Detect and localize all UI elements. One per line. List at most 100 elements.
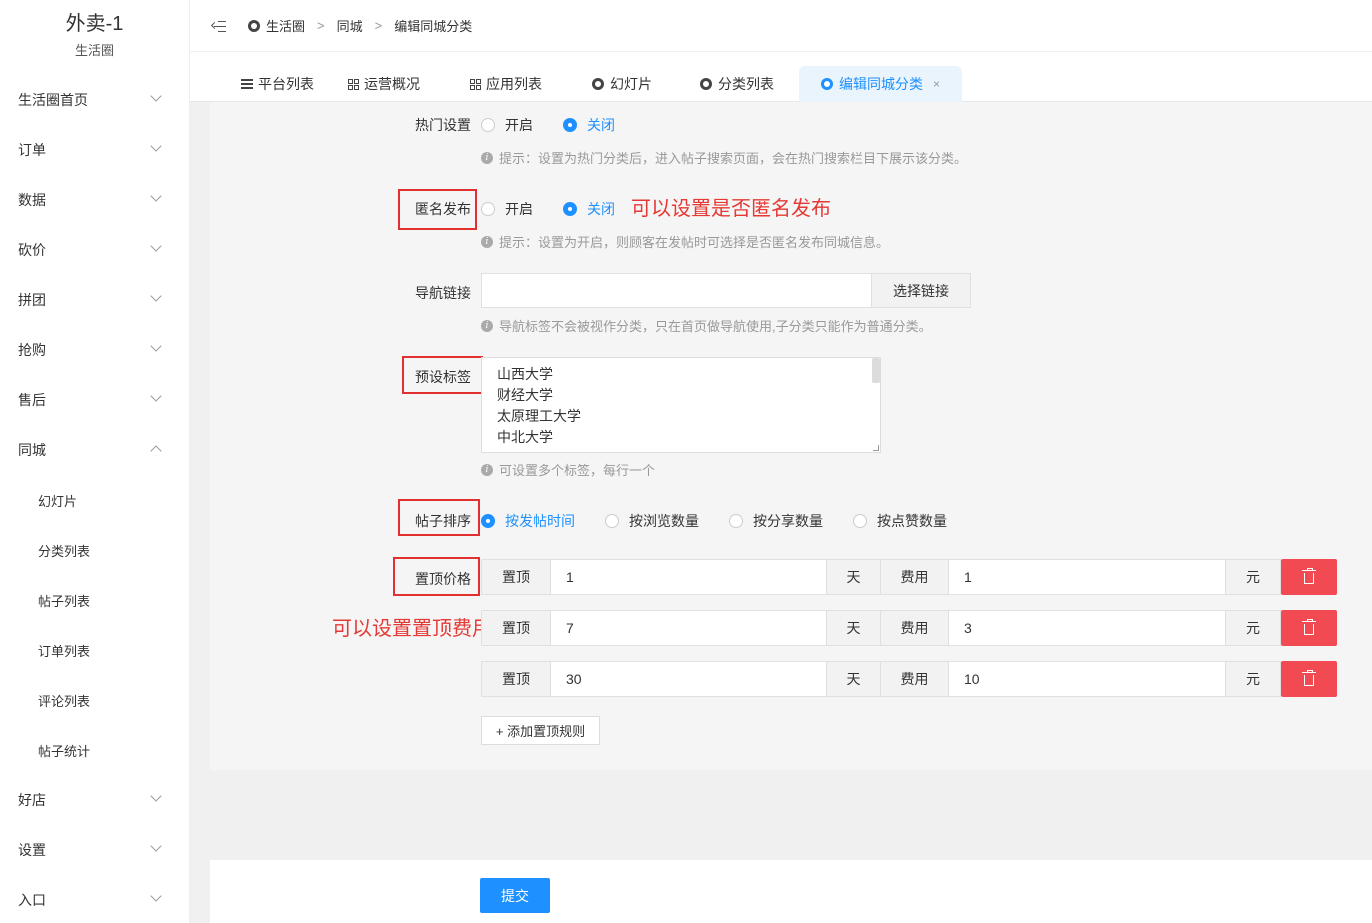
breadcrumb: 生活圈 > 同城 > 编辑同城分类 [248,16,472,35]
menu-label: 同城 [18,442,46,458]
highlight-box [398,189,477,230]
radio-label: 按发帖时间 [505,513,575,529]
sort-by-likes-radio[interactable]: 按点赞数量 [853,511,947,531]
highlight-box [398,499,480,536]
menu-item-home[interactable]: 生活圈首页 [0,75,190,125]
hint-text: 导航标签不会被视作分类，只在首页做导航使用,子分类只能作为普通分类。 [499,319,932,334]
chevron-up-icon [150,445,162,457]
menu-item-group-buy[interactable]: 拼团 [0,275,190,325]
fee-input[interactable]: 10 [948,661,1226,697]
tab-app-list[interactable]: 应用列表 [470,66,542,102]
radio-label: 关闭 [587,201,615,217]
resize-handle[interactable] [873,445,879,451]
radio-label: 按分享数量 [753,513,823,529]
menu-item-settings[interactable]: 设置 [0,825,190,875]
tag-line: 财经大学 [497,387,553,403]
tab-operations[interactable]: 运营概况 [348,66,420,102]
sort-by-time-radio[interactable]: 按发帖时间 [481,511,575,531]
menu-label: 订单 [18,142,46,158]
radio-label: 按浏览数量 [629,513,699,529]
submit-button[interactable]: 提交 [480,878,550,913]
fee-input[interactable]: 3 [948,610,1226,646]
chevron-down-icon [150,190,162,202]
app-icon [700,78,712,90]
hot-hint: i 提示：设置为热门分类后，进入帖子搜索页面，会在热门搜索栏目下展示该分类。 [481,148,967,167]
yuan-addon: 元 [1225,610,1281,646]
breadcrumb-separator: > [374,18,383,33]
annotation-anon: 可以设置是否匿名发布 [631,198,831,220]
app-icon [248,19,260,32]
menu-item-orders[interactable]: 订单 [0,125,190,175]
delete-rule-button[interactable] [1281,559,1337,595]
delete-rule-button[interactable] [1281,610,1337,646]
close-icon[interactable]: × [933,77,940,91]
menu-item-bargain[interactable]: 砍价 [0,225,190,275]
sidebar-item-post-list[interactable]: 帖子列表 [0,575,190,625]
sidebar-item-slides[interactable]: 幻灯片 [0,475,190,525]
app-icon [592,78,604,90]
sidebar-item-comment-list[interactable]: 评论列表 [0,675,190,725]
sort-by-shares-radio[interactable]: 按分享数量 [729,511,823,531]
scrollbar[interactable] [872,358,880,383]
chevron-down-icon [150,140,162,152]
days-input[interactable]: 7 [550,610,827,646]
menu-item-data[interactable]: 数据 [0,175,190,225]
grid-icon [470,78,481,90]
delete-rule-button[interactable] [1281,661,1337,697]
info-icon: i [481,319,493,332]
sidebar-item-category-list[interactable]: 分类列表 [0,525,190,575]
menu-label: 入口 [18,892,46,908]
hot-on-radio[interactable]: 开启 [481,115,533,135]
collapse-menu-icon[interactable] [210,20,226,32]
tag-line: 中北大学 [497,429,553,445]
add-top-rule-button[interactable]: + 添加置顶规则 [481,716,600,745]
list-icon [241,79,253,89]
menu-item-shops[interactable]: 好店 [0,775,190,825]
menu-item-local[interactable]: 同城 [0,425,190,475]
menu-label: 数据 [18,192,46,208]
top-addon: 置顶 [481,559,551,595]
days-input[interactable]: 30 [550,661,827,697]
hint-text: 提示：设置为开启，则顾客在发帖时可选择是否匿名发布同城信息。 [499,235,890,250]
tab-category-list[interactable]: 分类列表 [700,66,774,102]
anon-off-radio[interactable]: 关闭 [563,199,615,219]
hint-text: 可设置多个标签，每行一个 [499,463,656,478]
preset-tags-textarea[interactable]: 山西大学 财经大学 太原理工大学 中北大学 [481,357,881,453]
sidebar-item-order-list[interactable]: 订单列表 [0,625,190,675]
anon-on-radio[interactable]: 开启 [481,199,533,219]
hot-off-radio[interactable]: 关闭 [563,115,615,135]
tag-line: 太原理工大学 [497,408,581,424]
top-addon: 置顶 [481,661,551,697]
hint-text: 提示：设置为热门分类后，进入帖子搜索页面，会在热门搜索栏目下展示该分类。 [499,151,968,166]
tab-slides[interactable]: 幻灯片 [592,66,652,102]
price-rule-row: 置顶 7 天 费用 3 元 [481,610,1337,646]
price-rule-row: 置顶 30 天 费用 10 元 [481,661,1337,697]
info-icon: i [481,235,493,248]
sidebar-item-post-stats[interactable]: 帖子统计 [0,725,190,775]
tab-label: 分类列表 [718,76,774,92]
menu-label: 抢购 [18,342,46,358]
tags-hint: i 可设置多个标签，每行一个 [481,460,655,479]
breadcrumb-item[interactable]: 同城 [337,16,363,35]
day-addon: 天 [826,661,881,697]
fee-input[interactable]: 1 [948,559,1226,595]
menu-item-flash-sale[interactable]: 抢购 [0,325,190,375]
app-icon [821,78,833,90]
menu-item-entry[interactable]: 入口 [0,875,190,923]
menu-label: 好店 [18,792,46,808]
trash-icon [1302,567,1316,584]
tab-edit-category[interactable]: 编辑同城分类 × [799,66,963,102]
sort-by-views-radio[interactable]: 按浏览数量 [605,511,699,531]
menu-item-after-sale[interactable]: 售后 [0,375,190,425]
app-title: 外卖-1 [65,13,124,35]
annotation-price: 可以设置置顶费用 [332,618,492,640]
tab-platform-list[interactable]: 平台列表 [241,66,314,102]
nav-link-input[interactable] [481,273,872,308]
chevron-down-icon [150,790,162,802]
breadcrumb-separator: > [317,18,325,33]
days-input[interactable]: 1 [550,559,827,595]
select-link-button[interactable]: 选择链接 [871,273,971,308]
chevron-down-icon [150,340,162,352]
tab-label: 幻灯片 [610,76,652,92]
breadcrumb-item[interactable]: 生活圈 [266,16,305,35]
